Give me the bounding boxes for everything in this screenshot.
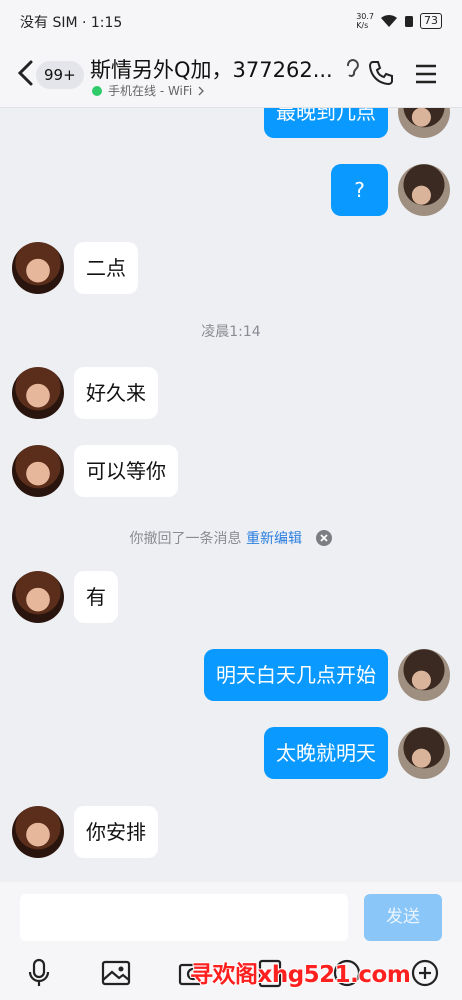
status-bar: 没有 SIM · 1:15 30.7 K/s 73	[0, 0, 462, 44]
status-icons: 30.7 K/s 73	[356, 12, 442, 30]
carrier-time: 没有 SIM · 1:15	[20, 15, 123, 31]
message-bubble[interactable]: 太晚就明天	[264, 727, 388, 779]
chat-subtitle[interactable]: 手机在线 - WiFi	[92, 82, 205, 99]
microphone-icon[interactable]	[24, 958, 54, 988]
message-bubble[interactable]: 有	[74, 571, 118, 623]
contact-avatar[interactable]	[12, 367, 64, 419]
unread-badge[interactable]: 99+	[36, 61, 84, 89]
message-bubble[interactable]: 最晚到几点	[264, 108, 388, 138]
my-avatar[interactable]	[398, 727, 450, 779]
recall-text: 你撤回了一条消息	[129, 531, 242, 547]
back-icon[interactable]	[14, 58, 38, 88]
close-icon[interactable]	[316, 530, 333, 546]
reedit-link[interactable]: 重新编辑	[246, 531, 302, 547]
message-bubble[interactable]: ?	[331, 164, 388, 216]
image-icon[interactable]	[101, 958, 131, 988]
message-bubble[interactable]: 二点	[74, 242, 138, 294]
online-indicator	[92, 85, 102, 96]
message-input[interactable]	[20, 894, 348, 941]
my-avatar[interactable]	[398, 649, 450, 701]
recall-notice: 你撤回了一条消息 重新编辑	[0, 528, 462, 548]
contact-avatar[interactable]	[12, 445, 64, 497]
message-bubble[interactable]: 可以等你	[74, 445, 178, 497]
online-status-text: 手机在线 - WiFi	[108, 84, 193, 98]
plus-icon[interactable]	[410, 958, 440, 988]
battery-icon: 73	[420, 13, 442, 29]
ear-icon[interactable]	[344, 58, 360, 80]
net-speed: 30.7 K/s	[356, 12, 374, 30]
chevron-right-icon	[198, 86, 205, 95]
message-bubble[interactable]: 好久来	[74, 367, 158, 419]
alarm-icon	[405, 16, 413, 27]
contact-avatar[interactable]	[12, 571, 64, 623]
my-avatar[interactable]	[398, 164, 450, 216]
message-bubble[interactable]: 你安排	[74, 806, 158, 858]
contact-avatar[interactable]	[12, 242, 64, 294]
message-bubble[interactable]: 明天白天几点开始	[204, 649, 388, 701]
send-button[interactable]: 发送	[364, 894, 442, 941]
menu-icon[interactable]	[415, 64, 437, 84]
wifi-icon	[381, 14, 397, 27]
message-list: 最晚到几点 ? 二点 凌晨1:14 好久来 可以等你 你撤回了一条消息 重新编辑…	[0, 108, 462, 882]
my-avatar[interactable]	[398, 108, 450, 138]
chat-title[interactable]: 斯情另外Q加，377262...	[90, 54, 346, 84]
watermark-text: 寻欢阁xhg521.com	[190, 962, 411, 988]
timestamp: 凌晨1:14	[201, 324, 261, 340]
contact-avatar[interactable]	[12, 806, 64, 858]
phone-icon[interactable]	[368, 60, 394, 86]
chat-header: 99+ 斯情另外Q加，377262... 手机在线 - WiFi	[0, 44, 462, 108]
